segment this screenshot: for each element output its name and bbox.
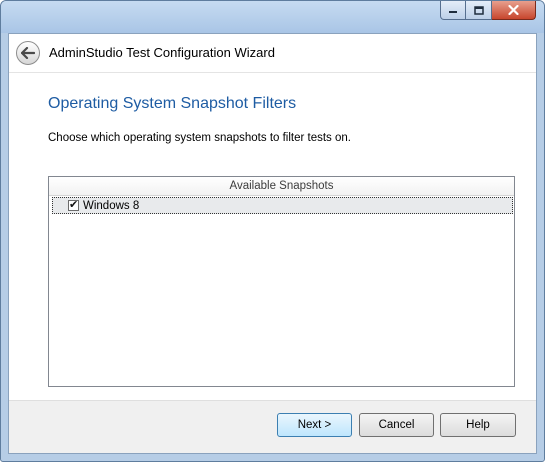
back-button[interactable] [16, 41, 40, 65]
close-button[interactable] [492, 1, 536, 20]
back-arrow-icon [21, 47, 35, 59]
page-instruction: Choose which operating system snapshots … [48, 132, 351, 144]
wizard-window: AdminStudio Test Configuration Wizard Op… [0, 0, 545, 462]
window-titlebar[interactable] [1, 1, 544, 33]
maximize-icon [473, 5, 484, 15]
wizard-title: AdminStudio Test Configuration Wizard [49, 45, 275, 60]
minimize-button[interactable] [440, 1, 466, 20]
close-icon [508, 5, 519, 15]
wizard-header: AdminStudio Test Configuration Wizard [9, 34, 536, 73]
snapshot-checkbox[interactable]: ✔ [68, 198, 79, 211]
wizard-client-area: AdminStudio Test Configuration Wizard Op… [8, 33, 537, 454]
list-item[interactable]: ✔ Windows 8 [52, 197, 513, 214]
column-header-available-snapshots[interactable]: Available Snapshots [49, 177, 514, 196]
wizard-footer: Next > Cancel Help [9, 400, 536, 453]
cancel-button[interactable]: Cancel [359, 413, 434, 437]
snapshot-list[interactable]: Available Snapshots ✔ Windows 8 [48, 176, 515, 387]
next-button[interactable]: Next > [277, 413, 352, 437]
page-heading: Operating System Snapshot Filters [48, 95, 297, 112]
snapshot-label: Windows 8 [83, 199, 140, 212]
caption-buttons [440, 1, 536, 21]
help-button[interactable]: Help [440, 413, 516, 437]
minimize-icon [449, 11, 457, 13]
maximize-button[interactable] [466, 1, 492, 20]
checkmark-icon: ✔ [69, 198, 79, 211]
